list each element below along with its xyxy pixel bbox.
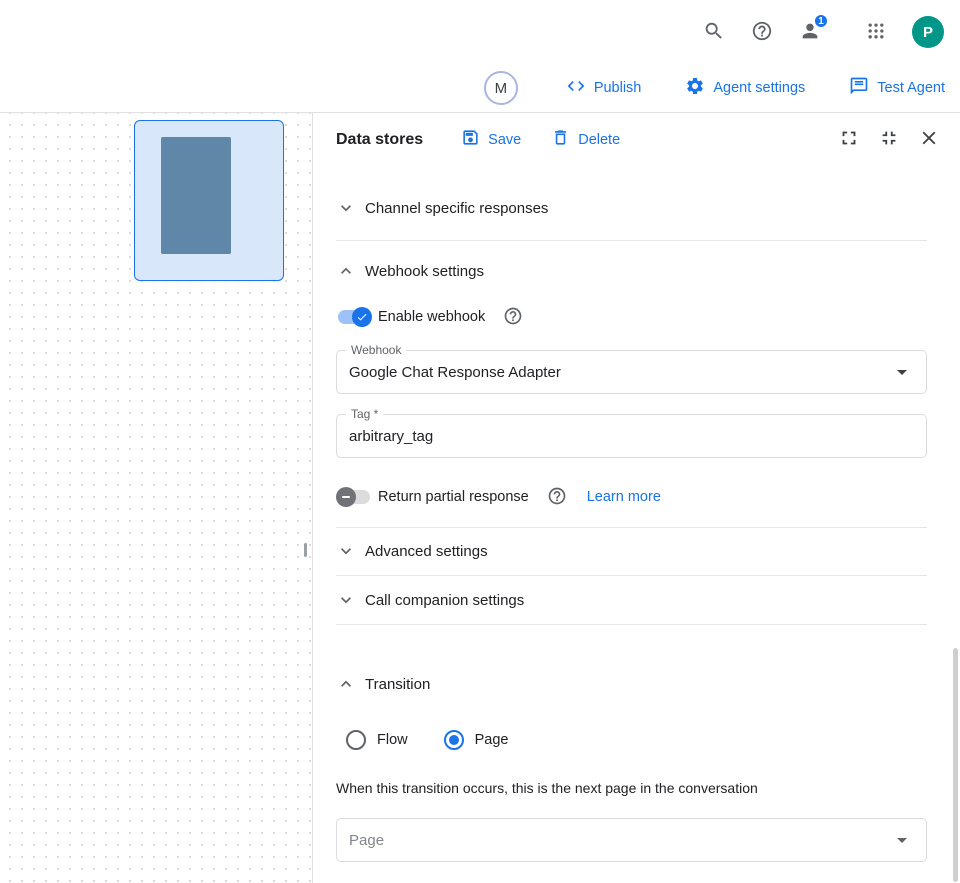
trash-icon <box>551 128 570 151</box>
fullscreen-icon <box>838 127 860 152</box>
dropdown-arrow-icon <box>890 828 914 852</box>
help-icon <box>751 20 773 45</box>
close-icon <box>918 127 940 152</box>
chevron-down-icon <box>336 590 356 610</box>
check-icon <box>356 311 368 323</box>
flow-canvas[interactable] <box>0 113 313 883</box>
partial-response-row: Return partial response Learn more <box>336 481 927 513</box>
divider <box>336 240 927 241</box>
save-icon <box>461 128 480 151</box>
app-root: 1 P M Publish Agent settings Tes <box>0 0 960 883</box>
node-content-preview <box>161 137 231 254</box>
chevron-up-icon <box>336 261 356 281</box>
top-bar: 1 P <box>0 0 960 64</box>
apps-grid-icon <box>866 21 886 44</box>
agent-settings-label: Agent settings <box>713 80 805 96</box>
page-radio[interactable] <box>444 730 464 750</box>
webhook-select-value: Google Chat Response Adapter <box>349 364 561 381</box>
fullscreen-button[interactable] <box>837 128 861 152</box>
learn-more-link[interactable]: Learn more <box>587 489 661 505</box>
help-button[interactable] <box>742 12 782 52</box>
page-select[interactable]: Page <box>336 818 927 862</box>
settings-panel: Data stores Save Delete <box>313 113 960 883</box>
publish-label: Publish <box>594 80 642 96</box>
flow-radio-label: Flow <box>377 732 408 748</box>
transition-help-text: When this transition occurs, this is the… <box>336 780 927 796</box>
publish-button[interactable]: Publish <box>566 76 642 100</box>
page-select-placeholder: Page <box>349 832 384 849</box>
tag-input-label: Tag * <box>346 407 383 421</box>
user-avatar[interactable]: P <box>912 16 944 48</box>
flow-radio[interactable] <box>346 730 366 750</box>
enable-webhook-help-button[interactable] <box>503 306 523 329</box>
section-webhook-settings[interactable]: Webhook settings <box>336 255 927 287</box>
delete-button[interactable]: Delete <box>551 128 620 151</box>
panel-scrollbar[interactable] <box>953 648 958 882</box>
apps-grid-button[interactable] <box>856 12 896 52</box>
notifications-button[interactable]: 1 <box>790 12 830 52</box>
transition-target-radio-group: Flow Page <box>336 724 927 756</box>
panel-resize-handle[interactable] <box>304 543 307 557</box>
gear-icon <box>685 76 705 100</box>
enable-webhook-toggle[interactable] <box>336 307 372 327</box>
enable-webhook-label: Enable webhook <box>378 309 485 325</box>
flow-node-selected[interactable] <box>134 120 284 281</box>
help-circle-icon <box>547 486 567 509</box>
section-label: Call companion settings <box>365 592 524 609</box>
chevron-up-icon <box>336 674 356 694</box>
collaborator-avatar[interactable]: M <box>484 71 518 105</box>
save-label: Save <box>488 132 521 148</box>
agent-settings-button[interactable]: Agent settings <box>685 76 805 100</box>
search-icon <box>703 20 725 45</box>
dash-icon <box>342 496 350 498</box>
divider <box>336 575 927 576</box>
delete-label: Delete <box>578 132 620 148</box>
fullscreen-exit-icon <box>878 127 900 152</box>
close-panel-button[interactable] <box>917 128 941 152</box>
fullscreen-exit-button[interactable] <box>877 128 901 152</box>
toggle-thumb <box>352 307 372 327</box>
agent-toolbar: M Publish Agent settings Test Agent <box>0 64 960 113</box>
partial-response-toggle[interactable] <box>336 487 372 507</box>
main-area: Data stores Save Delete <box>0 113 960 883</box>
toggle-thumb <box>336 487 356 507</box>
save-button[interactable]: Save <box>461 128 521 151</box>
help-circle-icon <box>503 306 523 329</box>
chat-icon <box>849 76 869 100</box>
section-label: Transition <box>365 676 430 693</box>
test-agent-label: Test Agent <box>877 80 945 96</box>
section-label: Channel specific responses <box>365 200 548 217</box>
section-advanced-settings[interactable]: Advanced settings <box>336 535 927 567</box>
panel-window-controls <box>837 128 941 152</box>
divider <box>336 527 927 528</box>
dropdown-arrow-icon <box>890 360 914 384</box>
partial-response-label: Return partial response <box>378 489 529 505</box>
chevron-down-icon <box>336 198 356 218</box>
webhook-select[interactable]: Webhook Google Chat Response Adapter <box>336 350 927 394</box>
enable-webhook-row: Enable webhook <box>336 301 927 333</box>
tag-input[interactable]: Tag * arbitrary_tag <box>336 414 927 458</box>
notification-badge: 1 <box>813 13 829 29</box>
section-channel-specific-responses[interactable]: Channel specific responses <box>336 192 927 224</box>
panel-header: Data stores Save Delete <box>313 113 960 166</box>
divider <box>336 624 927 625</box>
panel-body: Channel specific responses Webhook setti… <box>313 166 960 883</box>
section-label: Advanced settings <box>365 543 488 560</box>
panel-title: Data stores <box>336 131 423 149</box>
page-radio-label: Page <box>475 732 509 748</box>
test-agent-button[interactable]: Test Agent <box>849 76 945 100</box>
section-label: Webhook settings <box>365 263 484 280</box>
partial-response-help-button[interactable] <box>547 486 567 509</box>
section-transition[interactable]: Transition <box>336 668 927 700</box>
chevron-down-icon <box>336 541 356 561</box>
code-icon <box>566 76 586 100</box>
section-call-companion-settings[interactable]: Call companion settings <box>336 584 927 616</box>
tag-input-value: arbitrary_tag <box>349 428 433 445</box>
webhook-select-label: Webhook <box>346 343 406 357</box>
search-button[interactable] <box>694 12 734 52</box>
